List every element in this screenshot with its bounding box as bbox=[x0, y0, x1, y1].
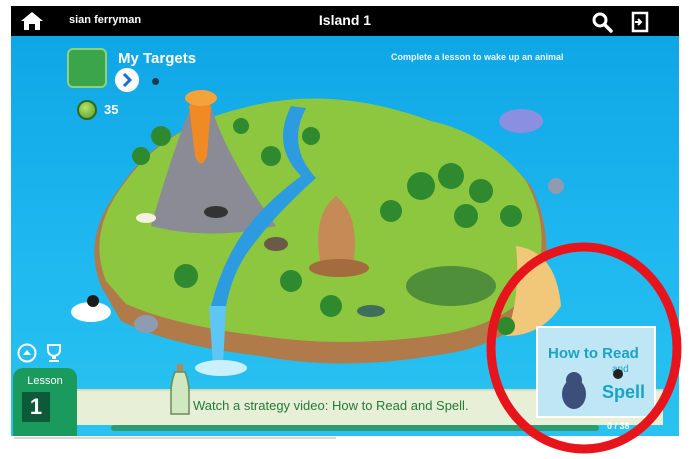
highlight-circle-annotation bbox=[486, 242, 682, 454]
targets-avatar[interactable] bbox=[67, 48, 107, 88]
coin-icon bbox=[77, 100, 97, 120]
divider bbox=[14, 437, 336, 439]
chevron-up-icon[interactable] bbox=[17, 343, 37, 363]
video-banner-text: Watch a strategy video: How to Read and … bbox=[193, 398, 469, 413]
lesson-label: Lesson bbox=[27, 375, 63, 387]
hint-text: Complete a lesson to wake up an animal bbox=[391, 52, 564, 62]
bottle-icon bbox=[170, 364, 190, 415]
lesson-tab[interactable]: Lesson 1 bbox=[13, 368, 77, 436]
lesson-number: 1 bbox=[22, 392, 50, 422]
page-title: Island 1 bbox=[318, 12, 372, 28]
search-icon[interactable] bbox=[591, 11, 613, 33]
targets-title[interactable]: My Targets bbox=[118, 50, 196, 67]
chevron-right-icon[interactable] bbox=[115, 68, 139, 92]
pager-dot bbox=[152, 78, 159, 85]
trophy-icon[interactable] bbox=[43, 342, 65, 364]
top-bar: sian ferryman Island 1 bbox=[11, 6, 679, 36]
coin-count: 35 bbox=[104, 102, 119, 117]
logout-icon[interactable] bbox=[629, 11, 651, 33]
